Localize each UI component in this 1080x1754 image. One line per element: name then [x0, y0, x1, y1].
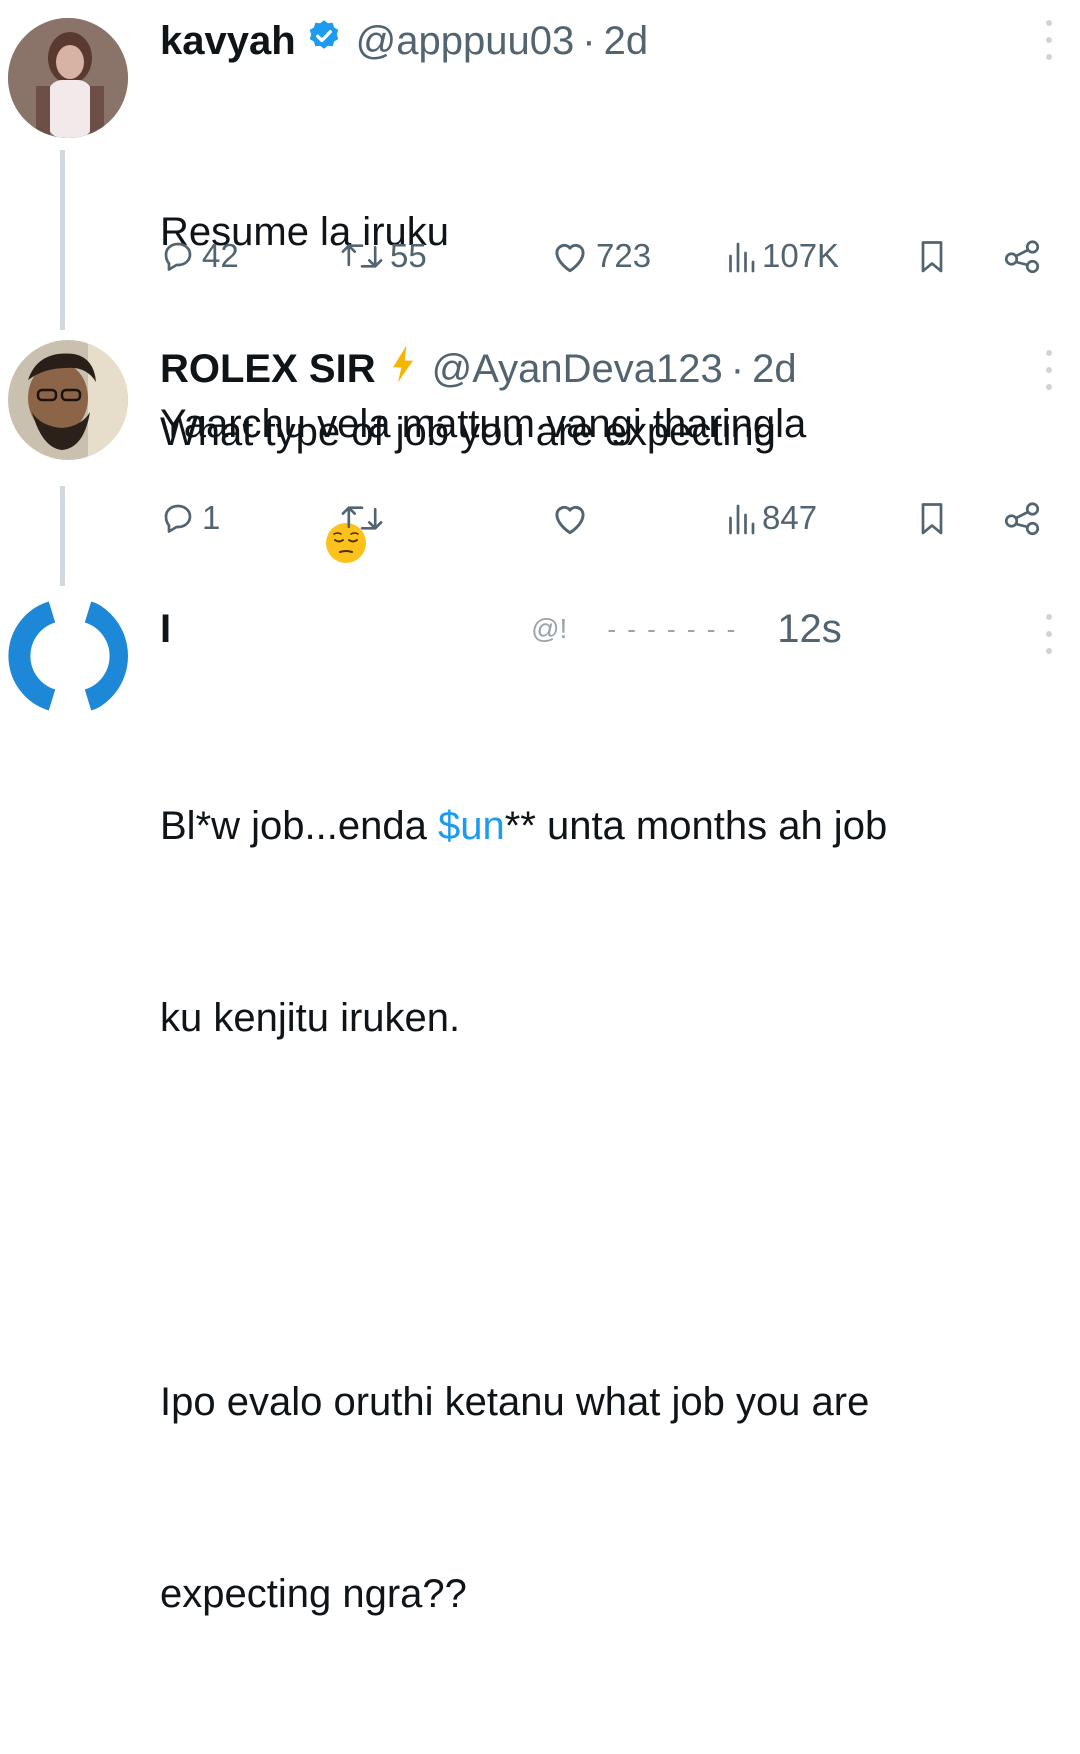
share-icon: [1004, 502, 1040, 536]
tweet-3-header: I @! - - - - - - - 12s: [160, 604, 980, 654]
avatar-redacted[interactable]: [8, 596, 128, 716]
views-icon: [729, 504, 755, 535]
author-handle[interactable]: @apppuu03: [356, 19, 575, 64]
timestamp[interactable]: 2d: [604, 19, 649, 64]
tweet-2[interactable]: ROLEX SIR @AyanDeva123 · 2d What type of…: [0, 330, 1080, 570]
bookmark-icon: [921, 241, 943, 273]
tweet-2-text: What type of job you are expecting: [160, 410, 776, 454]
verified-badge-icon: [306, 18, 342, 64]
author-name[interactable]: kavyah: [160, 19, 296, 64]
tweet-2-header: ROLEX SIR @AyanDeva123 · 2d: [160, 344, 797, 394]
reply-count: 1: [202, 499, 221, 536]
timestamp[interactable]: 2d: [752, 347, 797, 392]
like-button[interactable]: [550, 494, 590, 542]
tweet-text-line: Ipo evalo oruthi ketanu what job you are: [160, 1380, 870, 1424]
separator-dot: ·: [730, 346, 745, 391]
bookmark-button[interactable]: [916, 494, 948, 542]
reply-icon: [164, 242, 192, 271]
more-options-icon[interactable]: [1046, 614, 1054, 654]
tweet-text-line: expecting ngra??: [160, 1572, 467, 1616]
separator-dot: ·: [582, 18, 596, 63]
tweet-text-line: ku kenjitu iruken.: [160, 996, 461, 1040]
more-options-icon[interactable]: [1046, 350, 1054, 390]
tweet-3-text: Bl*w job...enda $un** unta months ah job…: [160, 666, 887, 1754]
views-button[interactable]: 107K: [726, 232, 839, 280]
reply-button[interactable]: 1: [160, 494, 220, 542]
views-icon: [729, 242, 755, 273]
retweet-button[interactable]: [340, 494, 384, 542]
share-icon: [1004, 240, 1040, 274]
tweet-text-segment: ** unta months ah job: [504, 804, 888, 848]
heart-icon: [555, 505, 585, 535]
lightning-badge-icon: [388, 344, 418, 394]
cashtag-link[interactable]: $un: [438, 804, 505, 848]
more-options-icon[interactable]: [1046, 20, 1054, 60]
tweet-2-actions: 1 847: [160, 494, 1060, 542]
view-count: 107K: [762, 237, 840, 274]
heart-icon: [555, 243, 585, 273]
author-handle[interactable]: @AyanDeva123: [432, 347, 723, 392]
tweet-1-header: kavyah @apppuu03 · 2d: [160, 16, 648, 66]
reply-button[interactable]: 42: [160, 232, 239, 280]
tweet-3[interactable]: I @! - - - - - - - 12s Bl*w job...enda $…: [0, 590, 1080, 1616]
tweet-1-actions: 42 55 723 107K: [160, 232, 1060, 280]
share-button[interactable]: [1002, 494, 1042, 542]
like-count: 723: [596, 237, 652, 274]
retweet-button[interactable]: 55: [340, 232, 427, 280]
bookmark-icon: [921, 503, 943, 535]
author-name[interactable]: I: [160, 607, 171, 652]
share-button[interactable]: [1002, 232, 1042, 280]
view-count: 847: [762, 499, 818, 536]
author-handle[interactable]: @!: [531, 613, 567, 645]
like-button[interactable]: 723: [550, 232, 651, 280]
tweet-text-segment: Bl*w job...enda: [160, 804, 438, 848]
avatar-rolex-sir[interactable]: [8, 340, 128, 460]
author-name[interactable]: ROLEX SIR: [160, 347, 376, 392]
tweet-1[interactable]: kavyah @apppuu03 · 2d Resume la iruku Ya…: [0, 0, 1080, 563]
retweet-icon: [341, 506, 383, 530]
retweet-icon: [341, 244, 383, 268]
tweet-text-line: Bl*w job...enda $un** unta months ah job: [160, 794, 887, 858]
reply-icon: [164, 504, 192, 533]
reply-count: 42: [202, 237, 239, 274]
bookmark-button[interactable]: [916, 232, 948, 280]
avatar-kavyah[interactable]: [8, 18, 128, 138]
retweet-count: 55: [390, 237, 427, 274]
views-button[interactable]: 847: [726, 494, 817, 542]
timestamp[interactable]: 12s: [777, 607, 842, 652]
redacted-handle-marks: - - - - - - -: [607, 613, 738, 644]
